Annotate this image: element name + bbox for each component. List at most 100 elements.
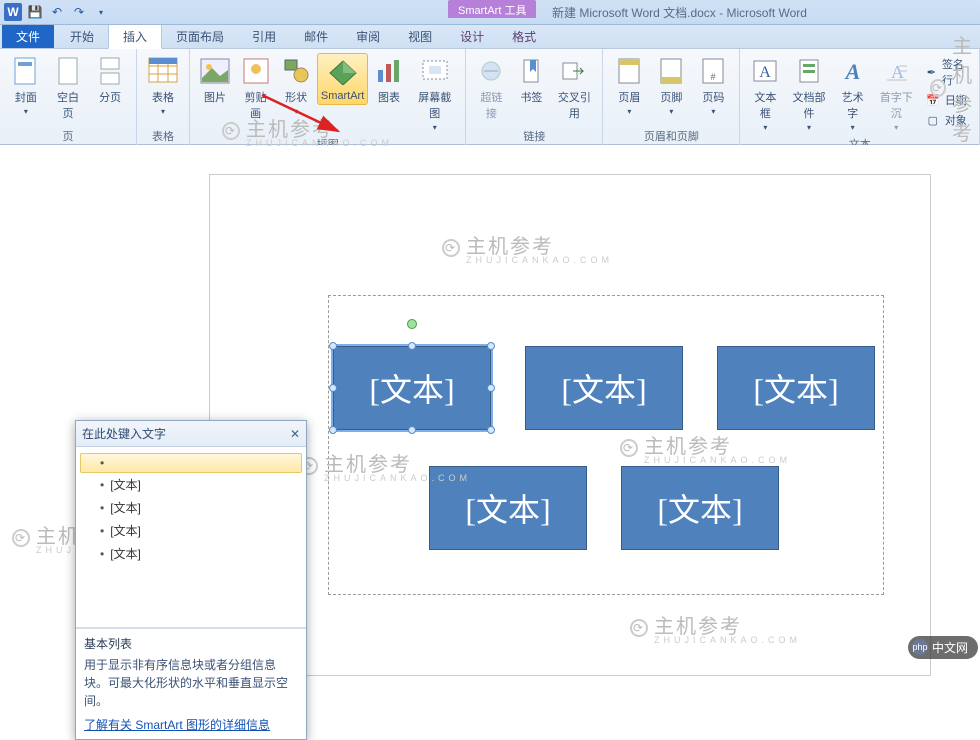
crossref-icon <box>558 55 590 87</box>
chevron-down-icon: ▾ <box>161 107 165 116</box>
cover-page-icon <box>10 55 42 87</box>
quick-access-toolbar: W 💾 ↶ ↷ ▾ <box>0 3 110 21</box>
text-pane-item[interactable]: •[文本] <box>80 542 302 565</box>
clipart-button[interactable]: 剪贴画 <box>236 53 275 123</box>
text-pane-info-title: 基本列表 <box>84 635 298 652</box>
bullet-icon: • <box>100 456 104 470</box>
group-label-tables: 表格 <box>143 126 183 145</box>
smartart-shape-4[interactable]: [文本] <box>429 466 587 550</box>
dropcap-button[interactable]: A 首字下沉▾ <box>874 53 919 134</box>
redo-icon[interactable]: ↷ <box>70 3 88 21</box>
pagenum-icon: # <box>697 55 729 87</box>
footer-button[interactable]: 页脚▾ <box>651 53 691 118</box>
text-pane-item[interactable]: •[文本] <box>80 473 302 496</box>
table-icon <box>147 55 179 87</box>
document-page[interactable]: [文本] [文本] [文本] [文本] [文本] <box>210 175 930 675</box>
table-button[interactable]: 表格▾ <box>143 53 183 118</box>
bookmark-button[interactable]: 书签 <box>512 53 550 107</box>
qat-customize-icon[interactable]: ▾ <box>92 3 110 21</box>
smartart-text-pane[interactable]: 在此处键入文字 ✕ • •[文本] •[文本] •[文本] •[文本] 基本列表… <box>75 420 307 740</box>
date-time-button[interactable]: 📅日期 <box>923 91 971 109</box>
group-tables: 表格▾ 表格 <box>137 49 190 145</box>
tab-smartart-design[interactable]: 设计 <box>446 24 498 48</box>
bullet-icon: • <box>100 524 104 538</box>
chevron-down-icon: ▾ <box>433 123 437 132</box>
text-pane-title: 在此处键入文字 <box>82 425 166 442</box>
tab-insert[interactable]: 插入 <box>108 23 162 49</box>
word-app-icon: W <box>4 3 22 21</box>
wordart-icon: A <box>837 55 869 87</box>
picture-button[interactable]: 图片 <box>196 53 234 107</box>
header-button[interactable]: 页眉▾ <box>609 53 649 118</box>
svg-text:A: A <box>760 64 772 81</box>
tab-mailings[interactable]: 邮件 <box>290 24 342 48</box>
svg-text:A: A <box>843 59 860 84</box>
window-title: 新建 Microsoft Word 文档.docx - Microsoft Wo… <box>552 4 807 21</box>
crossref-button[interactable]: 交叉引用 <box>552 53 596 123</box>
textbox-button[interactable]: A 文本框▾ <box>746 53 784 134</box>
group-label-links: 链接 <box>472 126 596 145</box>
cover-page-button[interactable]: 封面▾ <box>6 53 46 118</box>
svg-text:#: # <box>711 72 716 82</box>
group-illustrations: 图片 剪贴画 形状▾ SmartArt 图表 屏幕截图▾ <box>190 49 466 145</box>
svg-text:A: A <box>891 62 904 82</box>
calendar-icon: 📅 <box>925 92 941 108</box>
smartart-canvas[interactable]: [文本] [文本] [文本] [文本] [文本] <box>328 295 884 595</box>
tab-review[interactable]: 审阅 <box>342 24 394 48</box>
chevron-down-icon: ▾ <box>851 123 855 132</box>
smartart-icon <box>327 56 359 88</box>
tab-home[interactable]: 开始 <box>56 24 108 48</box>
group-header-footer: 页眉▾ 页脚▾ # 页码▾ 页眉和页脚 <box>603 49 740 145</box>
header-icon <box>613 55 645 87</box>
footer-icon <box>655 55 687 87</box>
text-pane-item[interactable]: •[文本] <box>80 496 302 519</box>
save-icon[interactable]: 💾 <box>26 3 44 21</box>
wordart-button[interactable]: A 艺术字▾ <box>834 53 872 134</box>
bookmark-icon <box>515 55 547 87</box>
shapes-icon <box>280 55 312 87</box>
text-pane-learn-more-link[interactable]: 了解有关 SmartArt 图形的详细信息 <box>84 716 270 733</box>
smartart-shape-2[interactable]: [文本] <box>525 346 683 430</box>
smartart-shape-5[interactable]: [文本] <box>621 466 779 550</box>
screenshot-icon <box>419 55 451 87</box>
group-label-pages: 页 <box>6 126 130 145</box>
screenshot-button[interactable]: 屏幕截图▾ <box>410 53 459 134</box>
hyperlink-icon <box>475 55 507 87</box>
group-text: A 文本框▾ 文档部件▾ A 艺术字▾ A 首字下沉▾ ✒签名行 📅日期 ▢对象… <box>740 49 980 145</box>
title-bar: W 💾 ↶ ↷ ▾ SmartArt 工具 新建 Microsoft Word … <box>0 0 980 25</box>
chart-button[interactable]: 图表 <box>370 53 408 107</box>
group-links: 超链接 书签 交叉引用 链接 <box>466 49 603 145</box>
blank-page-button[interactable]: 空白页 <box>48 53 89 123</box>
smartart-shape-3[interactable]: [文本] <box>717 346 875 430</box>
smartart-button[interactable]: SmartArt <box>317 53 368 105</box>
chevron-down-icon: ▾ <box>294 107 298 116</box>
page-break-icon <box>94 55 126 87</box>
tab-view[interactable]: 视图 <box>394 24 446 48</box>
hyperlink-button[interactable]: 超链接 <box>472 53 510 123</box>
picture-icon <box>199 55 231 87</box>
text-small-stack: ✒签名行 📅日期 ▢对象 <box>921 53 973 131</box>
blank-page-icon <box>52 55 84 87</box>
bullet-icon: • <box>100 478 104 492</box>
quickparts-button[interactable]: 文档部件▾ <box>786 53 831 134</box>
pagenum-button[interactable]: # 页码▾ <box>693 53 733 118</box>
text-pane-item[interactable]: •[文本] <box>80 519 302 542</box>
tab-file[interactable]: 文件 <box>2 24 54 48</box>
chart-icon <box>373 55 405 87</box>
tab-references[interactable]: 引用 <box>238 24 290 48</box>
page-break-button[interactable]: 分页 <box>90 53 130 107</box>
group-pages: 封面▾ 空白页 分页 页 <box>0 49 137 145</box>
object-button[interactable]: ▢对象 <box>923 111 971 129</box>
dropcap-icon: A <box>880 55 912 87</box>
tab-page-layout[interactable]: 页面布局 <box>162 24 238 48</box>
undo-icon[interactable]: ↶ <box>48 3 66 21</box>
signature-line-button[interactable]: ✒签名行 <box>923 55 971 89</box>
smartart-shape-1[interactable]: [文本] <box>333 346 491 430</box>
text-pane-list[interactable]: • •[文本] •[文本] •[文本] •[文本] <box>76 447 306 628</box>
shapes-button[interactable]: 形状▾ <box>277 53 315 118</box>
group-label-headerfooter: 页眉和页脚 <box>609 126 733 145</box>
text-pane-item[interactable]: • <box>80 453 302 473</box>
close-icon[interactable]: ✕ <box>290 427 300 441</box>
text-pane-info-desc: 用于显示非有序信息块或者分组信息块。可最大化形状的水平和垂直显示空间。 <box>84 656 298 710</box>
tab-smartart-format[interactable]: 格式 <box>498 24 550 48</box>
